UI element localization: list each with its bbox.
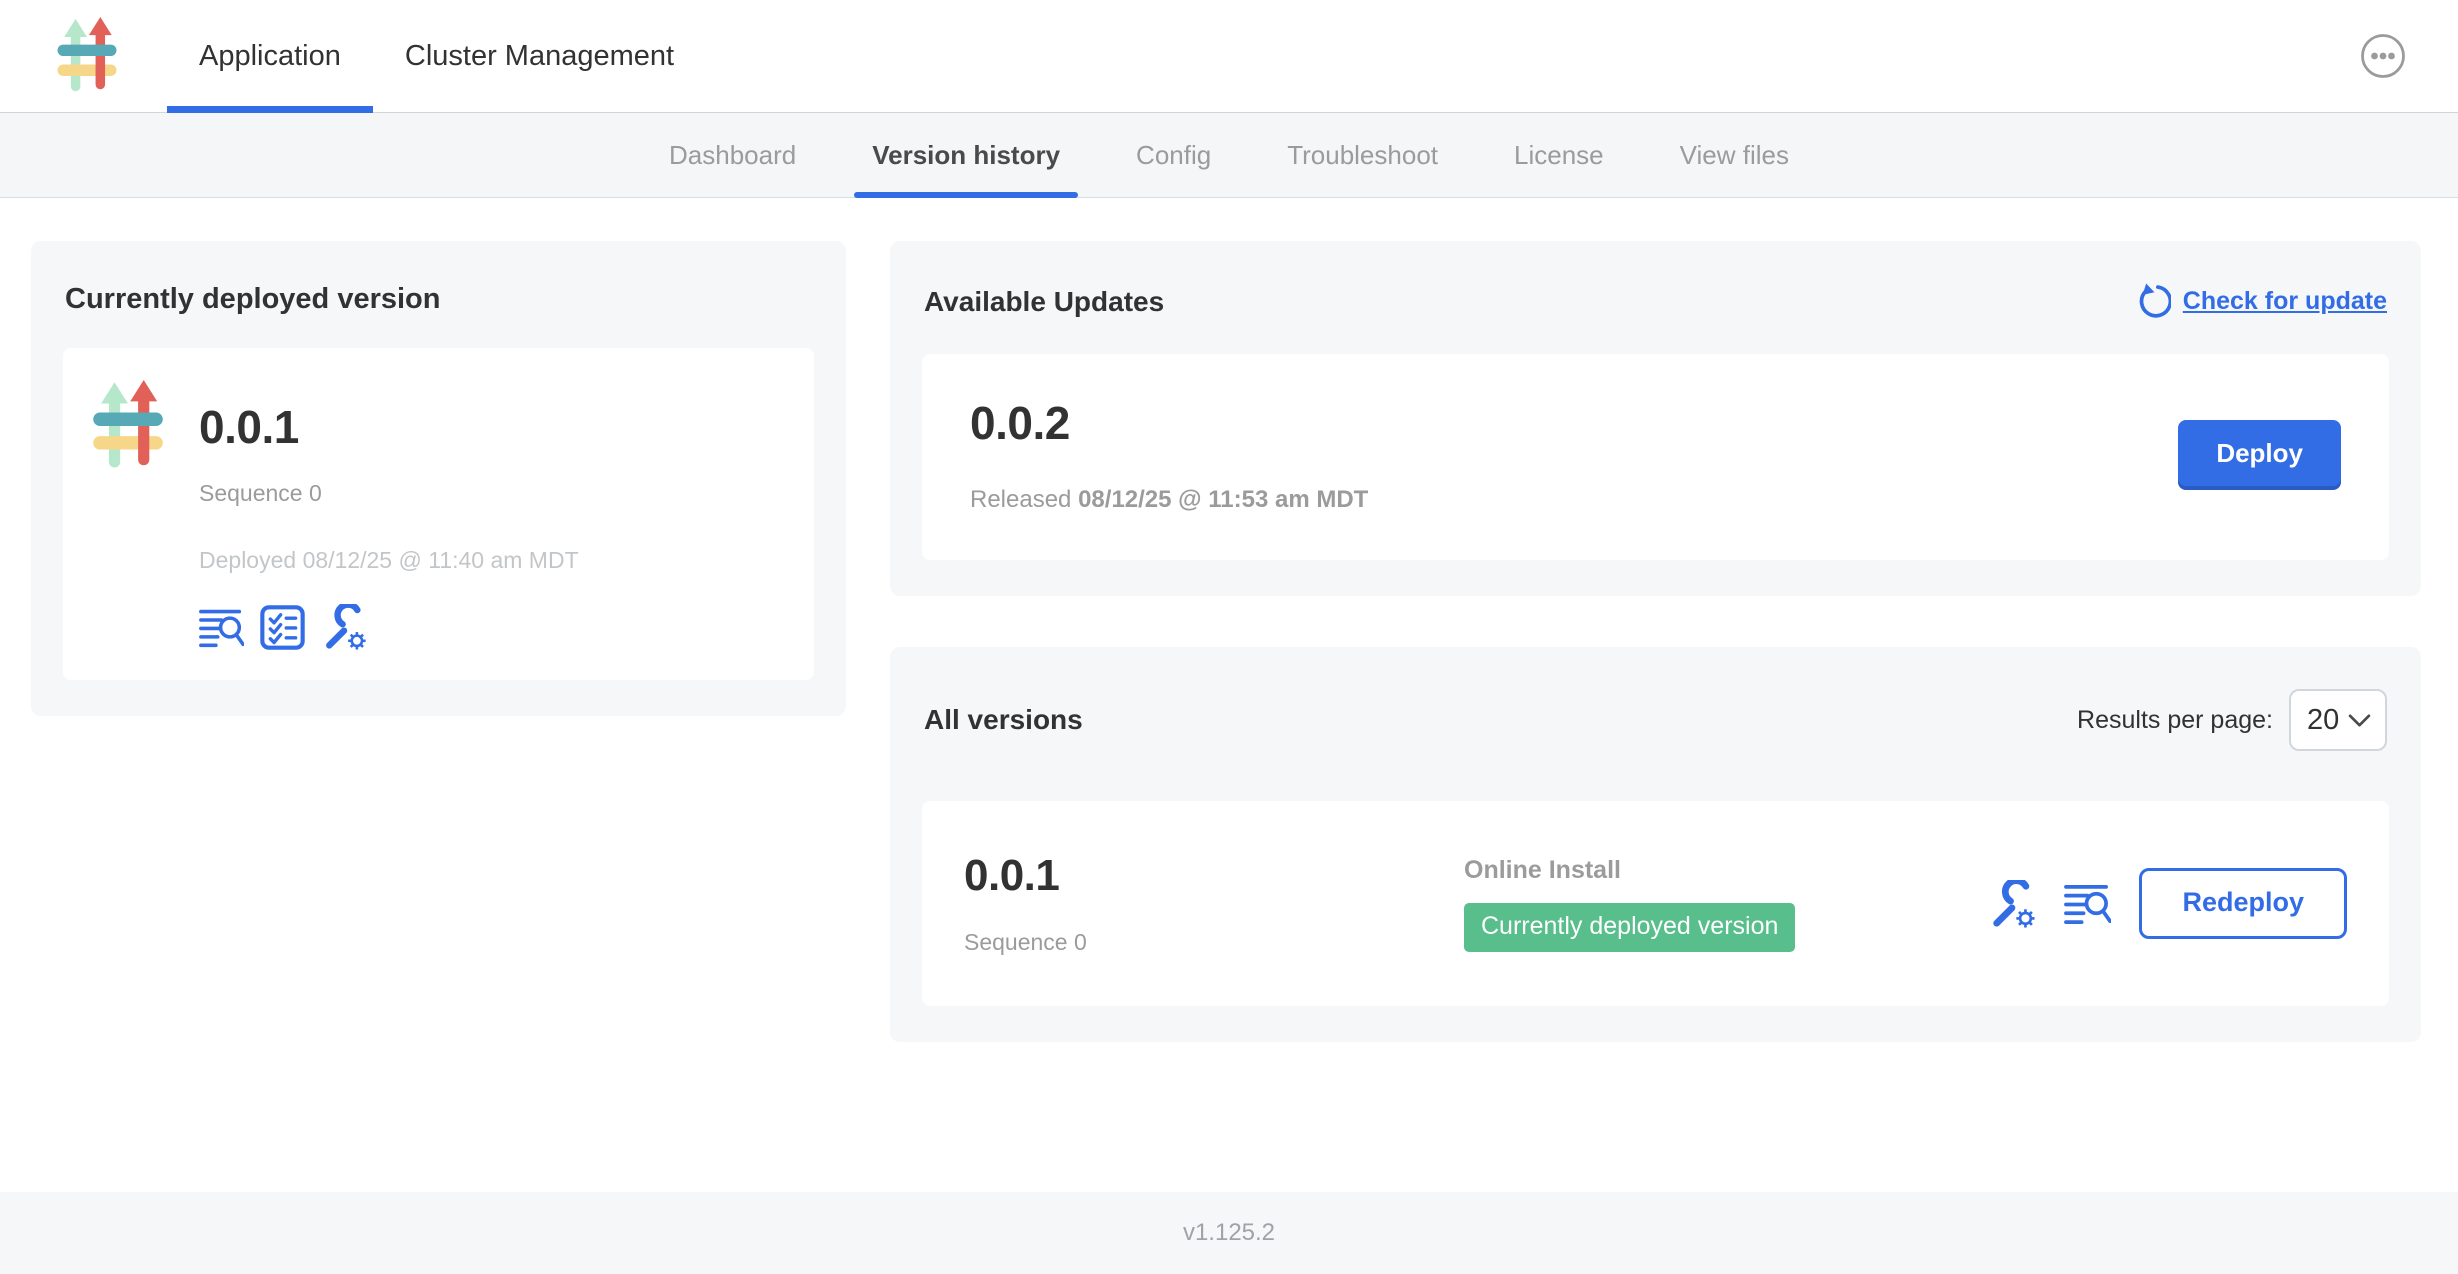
available-updates-title: Available Updates [924,286,1164,318]
deployed-version-info: 0.0.1 Sequence 0 Deployed 08/12/25 @ 11:… [199,376,579,650]
all-versions-card: All versions Results per page: 20 0.0 [890,647,2421,1042]
update-version-number: 0.0.2 [970,396,1368,450]
subnav-tab-troubleshoot-label: Troubleshoot [1287,140,1438,171]
deploy-button[interactable]: Deploy [2178,420,2341,490]
redeploy-button[interactable]: Redeploy [2139,868,2347,939]
ellipsis-circle-icon [2360,33,2406,79]
currently-deployed-card: Currently deployed version 0.0.1 Sequenc… [31,241,846,716]
version-row-number: 0.0.1 [964,851,1464,901]
currently-deployed-title: Currently deployed version [65,283,812,316]
right-column: Available Updates Check for update 0.0.2… [890,241,2421,1042]
version-row-status: Online Install Currently deployed versio… [1464,856,1988,952]
subnav-tab-dashboard[interactable]: Dashboard [631,113,834,197]
update-info: 0.0.2 Released 08/12/25 @ 11:53 am MDT [970,396,1368,514]
tab-cluster-management-label: Cluster Management [405,40,674,73]
app-logo-icon [57,17,117,95]
released-timestamp: 08/12/25 @ 11:53 am MDT [1078,486,1368,513]
chevron-down-icon [2348,713,2371,728]
available-updates-card: Available Updates Check for update 0.0.2… [890,241,2421,596]
deployed-version-panel: 0.0.1 Sequence 0 Deployed 08/12/25 @ 11:… [63,348,814,680]
check-for-update-label: Check for update [2183,287,2387,316]
console-footer: v1.125.2 [0,1192,2458,1274]
admin-console-page: Application Cluster Management Dashboard… [0,0,2458,1274]
tab-application[interactable]: Application [167,0,373,112]
subnav-tab-view-files[interactable]: View files [1642,113,1827,197]
results-per-page: Results per page: 20 [2077,689,2387,751]
console-version: v1.125.2 [1183,1219,1275,1247]
all-versions-title: All versions [924,704,1083,736]
tab-cluster-management[interactable]: Cluster Management [373,0,706,112]
subnav-tab-troubleshoot[interactable]: Troubleshoot [1249,113,1476,197]
subnav-tab-license[interactable]: License [1476,113,1642,197]
results-per-page-select[interactable]: 20 [2289,689,2387,751]
deployed-actions [199,604,579,650]
available-update-row: 0.0.2 Released 08/12/25 @ 11:53 am MDT D… [922,354,2389,560]
subnav-tab-version-history-label: Version history [872,140,1060,171]
view-logs-icon[interactable] [199,605,244,650]
subnav-tab-license-label: License [1514,140,1604,171]
main-content: Currently deployed version 0.0.1 Sequenc… [0,198,2458,1192]
edit-config-icon[interactable] [1988,880,2036,928]
subnav-tab-dashboard-label: Dashboard [669,140,796,171]
subnav-tab-version-history[interactable]: Version history [834,113,1098,197]
tab-application-label: Application [199,40,341,73]
version-row-actions: Redeploy [1988,868,2347,939]
preflight-checks-icon[interactable] [260,605,305,650]
version-row-info: 0.0.1 Sequence 0 [964,851,1464,956]
version-row-sequence: Sequence 0 [964,929,1464,956]
update-released-line: Released 08/12/25 @ 11:53 am MDT [970,486,1368,514]
available-updates-header: Available Updates Check for update [924,283,2387,320]
currently-deployed-badge: Currently deployed version [1464,903,1795,952]
check-for-update-link[interactable]: Check for update [2134,283,2387,320]
view-logs-icon[interactable] [2064,880,2111,927]
subnav-tab-config[interactable]: Config [1098,113,1249,197]
subnav-tab-config-label: Config [1136,140,1211,171]
left-column: Currently deployed version 0.0.1 Sequenc… [31,241,846,716]
top-header: Application Cluster Management [0,0,2458,113]
all-versions-header: All versions Results per page: 20 [924,689,2387,751]
app-subnav: Dashboard Version history Config Trouble… [0,113,2458,198]
deployed-timestamp: Deployed 08/12/25 @ 11:40 am MDT [199,547,579,574]
deployed-version-number: 0.0.1 [199,400,579,454]
refresh-icon [2134,283,2171,320]
edit-config-icon[interactable] [321,604,367,650]
deployed-sequence: Sequence 0 [199,480,579,507]
released-prefix: Released [970,486,1071,513]
app-logo [57,17,117,95]
app-logo-icon [93,380,163,472]
overflow-menu-button[interactable] [2360,33,2406,79]
subnav-tab-view-files-label: View files [1680,140,1789,171]
results-per-page-label: Results per page: [2077,706,2273,735]
install-type-label: Online Install [1464,856,1988,885]
results-per-page-value: 20 [2307,704,2339,737]
version-row: 0.0.1 Sequence 0 Online Install Currentl… [922,801,2389,1006]
